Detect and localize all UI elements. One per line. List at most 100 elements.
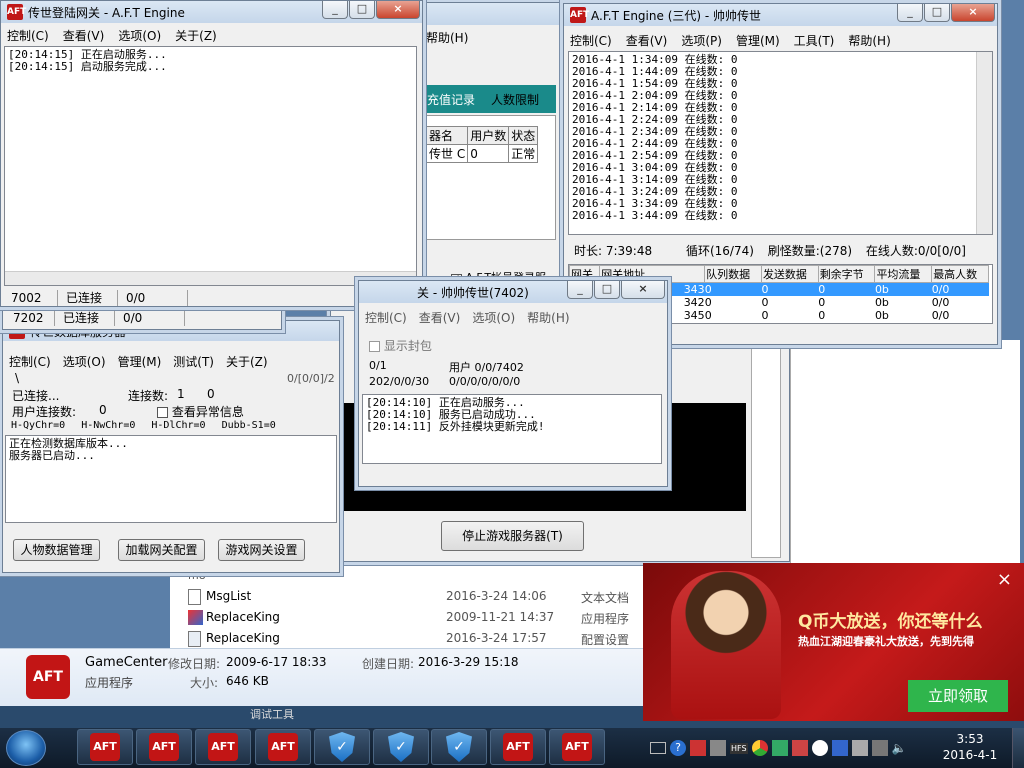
menu-options[interactable]: 选项(O) [63, 353, 106, 370]
db-log-lines: 正在检测数据库版本... 服务器已启动... [6, 436, 336, 464]
log-line: 服务器已启动... [9, 449, 95, 462]
close-button[interactable]: × [951, 4, 995, 22]
clock-time: 3:53 [956, 732, 984, 746]
taskbar-aft-3[interactable]: AFT [195, 729, 251, 765]
ad-close-icon[interactable]: × [997, 569, 1012, 590]
menu-options[interactable]: 选项(O) [118, 27, 161, 44]
taskbar-aft-4[interactable]: AFT [255, 729, 311, 765]
detail-type: 应用程序 [85, 676, 134, 690]
th-status: 状态 [508, 126, 539, 145]
menu-help[interactable]: 帮助(H) [848, 32, 890, 49]
menu-test[interactable]: 测试(T) [173, 353, 214, 370]
m2server-tabbar: 充值记录 人数限制 [421, 85, 556, 113]
file-row[interactable]: ReplaceKing 2016-3-24 17:57 配置设置 [186, 629, 636, 649]
menu-view[interactable]: 查看(V) [63, 27, 105, 44]
maximize-button[interactable]: □ [924, 4, 950, 22]
load-gateway-config-button[interactable]: 加载网关配置 [118, 539, 205, 561]
menu-control[interactable]: 控制(C) [9, 353, 51, 370]
menu-control[interactable]: 控制(C) [570, 32, 612, 49]
taskbar-shield-1[interactable]: ✓ [314, 729, 370, 765]
menu-about[interactable]: 关于(Z) [175, 27, 217, 44]
menu-control[interactable]: 控制(C) [7, 27, 49, 44]
db-stats: H-QyChr=0 H-NwChr=0 H-DlChr=0 Dubb-S1=0 [11, 420, 276, 431]
debug-tool-label: 调试工具 [250, 708, 294, 721]
menu-about[interactable]: 关于(Z) [226, 353, 268, 370]
app-icon[interactable] [771, 740, 788, 756]
clock-date: 2016-4-1 [942, 748, 998, 762]
minimize-button[interactable]: _ [322, 1, 348, 19]
cell: 0 [761, 296, 769, 309]
menu-options[interactable]: 选项(O) [472, 309, 515, 326]
ad-claim-button[interactable]: 立即领取 [908, 680, 1008, 712]
show-desktop-button[interactable] [1012, 728, 1024, 768]
hfs-icon[interactable]: HFS [730, 742, 748, 754]
bluetooth-icon[interactable] [831, 740, 848, 756]
db-conn-count: 1 [177, 387, 185, 401]
menu-help[interactable]: 帮助(H) [527, 309, 569, 326]
volume-icon[interactable]: 🔈 [892, 741, 907, 755]
login-log-lines: [20:14:15] 正在启动服务... [20:14:15] 启动服务完成... [5, 47, 416, 75]
character-data-button[interactable]: 人物数据管理 [13, 539, 100, 561]
gg-title: 关 - 帅帅传世(7402) [417, 285, 529, 300]
clock[interactable]: 3:53 2016-4-1 [930, 731, 1010, 763]
taskbar-shield-2[interactable]: ✓ [373, 729, 429, 765]
menu-view[interactable]: 查看(V) [419, 309, 461, 326]
db-menubar: 控制(C) 选项(O) 管理(M) 测试(T) 关于(Z) [3, 351, 339, 371]
file-name: ReplaceKing [206, 631, 280, 645]
taskbar-shield-3[interactable]: ✓ [431, 729, 487, 765]
cell: 0 [704, 296, 712, 309]
network-icon[interactable] [710, 740, 726, 756]
aft-app-icon: AFT [149, 733, 179, 761]
aft-app-icon: AFT [570, 7, 589, 23]
taskbar-aft-5[interactable]: AFT [490, 729, 546, 765]
col-avg: 平均流量 [874, 265, 933, 283]
minimize-button[interactable]: _ [897, 4, 923, 22]
tab-recharge[interactable]: 充值记录 [427, 91, 475, 108]
minimize-button[interactable]: _ [567, 281, 593, 299]
file-row[interactable]: ReplaceKing 2009-11-21 14:37 应用程序 [186, 608, 636, 628]
menu-view[interactable]: 查看(V) [626, 32, 668, 49]
tab-limit[interactable]: 人数限制 [491, 91, 539, 108]
m2server-menu-help[interactable]: 帮助(H) [426, 29, 468, 46]
detail-created: 2016-3-29 15:18 [418, 655, 519, 669]
ad-popup[interactable]: × Q币大放送，你还等什么 热血江湖迎春豪礼大放送，先到先得 立即领取 [643, 563, 1024, 721]
close-button[interactable]: × [621, 281, 665, 299]
qq-icon[interactable] [811, 740, 828, 756]
chrome-icon[interactable] [751, 740, 768, 756]
menu-options[interactable]: 选项(P) [681, 32, 722, 49]
menu-tools[interactable]: 工具(T) [794, 32, 835, 49]
stop-game-server-button[interactable]: 停止游戏服务器(T) [441, 521, 584, 551]
start-button[interactable] [6, 730, 46, 766]
engine-uptime: 时长: 7:39:48 [574, 244, 653, 258]
flag-icon[interactable] [791, 740, 808, 756]
explorer-details-pane: AFT GameCenter 应用程序 修改日期: 2009-6-17 18:3… [0, 648, 645, 706]
taskbar-aft-1[interactable]: AFT [77, 729, 133, 765]
db-error-checkbox[interactable]: 查看异常信息 [157, 403, 244, 420]
engine-log-scrollbar[interactable] [976, 52, 992, 234]
game-gateway-window: 关 - 帅帅传世(7402) _ □ × 控制(C) 查看(V) 选项(O) 帮… [358, 280, 668, 487]
close-button[interactable]: × [376, 1, 420, 19]
menu-manage[interactable]: 管理(M) [118, 353, 162, 370]
speaker-icon[interactable] [851, 740, 868, 756]
keyboard-icon[interactable] [650, 742, 666, 754]
game-gateway-settings-button[interactable]: 游戏网关设置 [218, 539, 305, 561]
maximize-button[interactable]: □ [349, 1, 375, 19]
server-table: 器名 用户数 状态 传世 C 0 正常 [425, 126, 539, 163]
login-log-hscrollbar[interactable] [5, 271, 416, 285]
checkbox-icon [369, 341, 380, 352]
show-packets-checkbox[interactable]: 显示封包 [369, 337, 432, 354]
taskbar-aft-6[interactable]: AFT [549, 729, 605, 765]
security-icon[interactable] [690, 740, 706, 756]
aft-app-icon: AFT [90, 733, 120, 761]
taskbar-aft-2[interactable]: AFT [136, 729, 192, 765]
maximize-button[interactable]: □ [594, 281, 620, 299]
help-icon[interactable]: ? [670, 740, 686, 756]
display-icon[interactable] [871, 740, 888, 756]
file-row[interactable]: MsgList 2016-3-24 14:06 文本文档 [186, 587, 636, 607]
menu-manage[interactable]: 管理(M) [736, 32, 780, 49]
db-connected: 已连接... [12, 389, 60, 403]
engine-log-lines: 2016-4-1 1:34:09 在线数: 0 2016-4-1 1:44:09 … [569, 52, 992, 224]
shield-icon: ✓ [329, 732, 355, 762]
menu-control[interactable]: 控制(C) [365, 309, 407, 326]
login-title: 传世登陆网关 - A.F.T Engine [28, 5, 185, 20]
